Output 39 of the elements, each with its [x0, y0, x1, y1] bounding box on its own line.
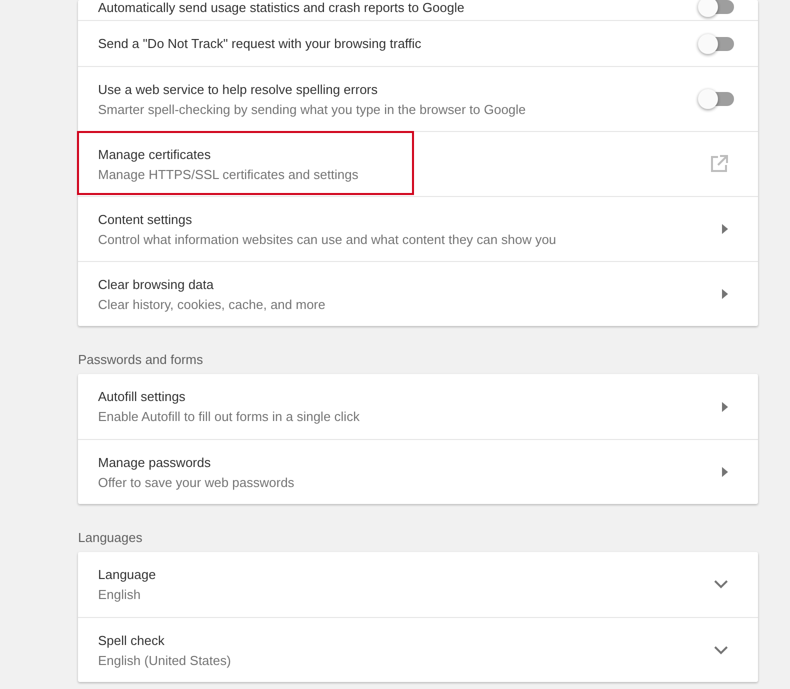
settings-row[interactable]: Content settings Control what information websites can use and what content they can show you	[78, 196, 758, 261]
row-description: Offer to save your web passwords	[98, 474, 294, 490]
row-description: Control what information websites can use and what content they can show you	[98, 232, 556, 246]
row-title: Automatically send usage statistics and crash reports to Google	[98, 0, 464, 15]
section-heading: Languages	[78, 530, 144, 547]
arrow-right-icon[interactable]	[722, 467, 728, 477]
toggle-switch[interactable]	[700, 36, 734, 50]
settings-row[interactable]: Clear browsing data Clear history, cookies, cache, and more	[78, 261, 758, 326]
settings-row[interactable]: Autofill settings Enable Autofill to fill out forms in a single click	[78, 374, 758, 439]
settings-row[interactable]: Manage passwords Offer to save your web passwords	[78, 439, 758, 504]
row-title: Content settings	[98, 212, 193, 226]
row-title: Use a web service to help resolve spelling errors	[98, 82, 379, 96]
row-title: Send a "Do Not Track" request with your browsing traffic	[98, 36, 422, 51]
row-description: Smarter spell-checking by sending what you type in the browser to Google	[98, 102, 526, 116]
chevron-down-icon[interactable]	[714, 646, 728, 654]
row-description: Enable Autofill to fill out forms in a single click	[98, 409, 360, 424]
row-description: Clear history, cookies, cache, and more	[98, 296, 326, 312]
arrow-right-icon[interactable]	[722, 289, 728, 299]
row-description: English	[98, 587, 142, 602]
arrow-right-icon[interactable]	[722, 224, 728, 234]
row-title: Autofill settings	[98, 389, 186, 404]
settings-row[interactable]: Send a "Do Not Track" request with your browsing traffic	[78, 20, 758, 66]
chevron-down-icon[interactable]	[714, 580, 728, 589]
row-description: English (United States)	[98, 652, 231, 668]
arrow-right-icon[interactable]	[722, 402, 728, 412]
row-title: Clear browsing data	[98, 276, 215, 292]
row-title: Manage passwords	[98, 454, 212, 470]
settings-row[interactable]: Use a web service to help resolve spelling errors Smarter spell-checking by sending what you type in the browser to Google	[78, 66, 758, 131]
row-title: Spell check	[98, 632, 166, 648]
settings-row[interactable]: Spell check English (United States)	[78, 617, 758, 682]
settings-row[interactable]: Manage certificates Manage HTTPS/SSL certificates and settings	[78, 131, 758, 196]
settings-row[interactable]: Language English	[78, 552, 758, 617]
toggle-switch[interactable]	[700, 0, 734, 14]
section-heading: Passwords and forms	[78, 352, 204, 369]
row-title: Language	[98, 567, 156, 582]
row-description: Manage HTTPS/SSL certificates and settings	[98, 166, 358, 182]
toggle-switch[interactable]	[700, 92, 734, 106]
settings-row[interactable]: Automatically send usage statistics and crash reports to Google	[78, 0, 758, 20]
row-title: Manage certificates	[98, 146, 212, 162]
